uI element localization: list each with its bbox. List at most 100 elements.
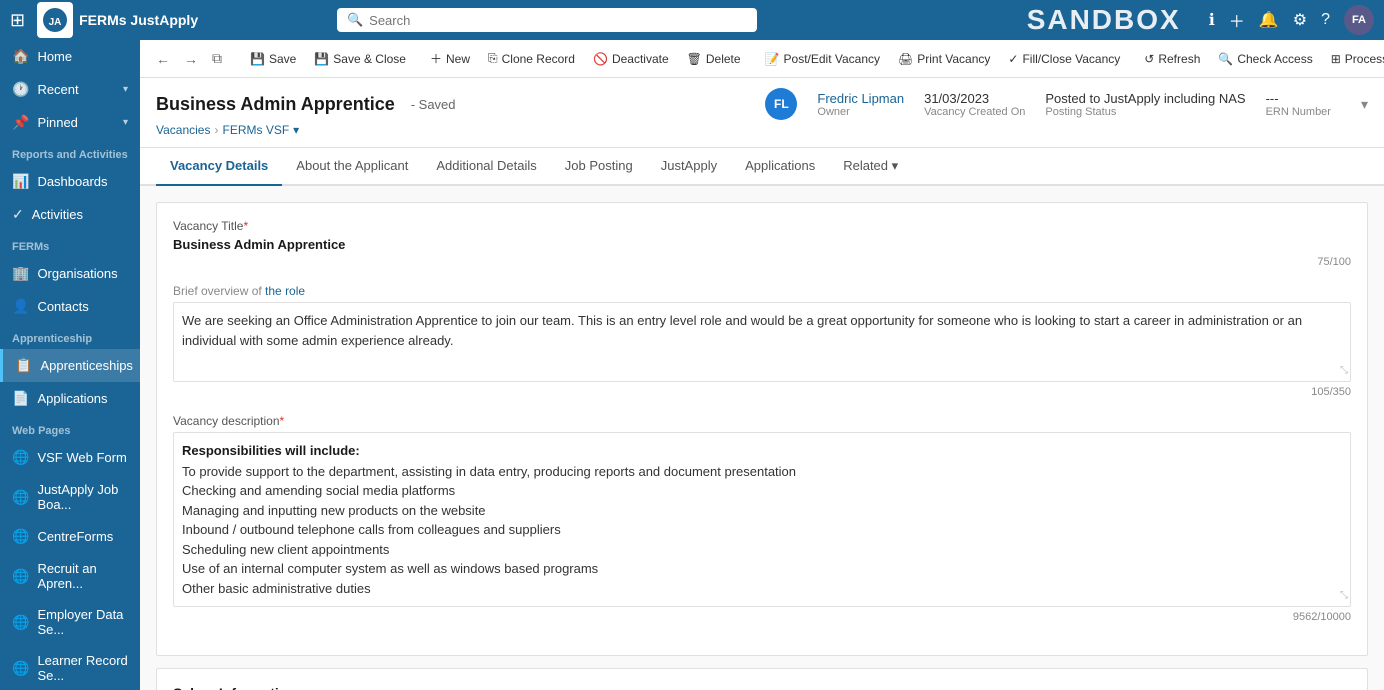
ferms-section-header: FERMs <box>0 231 140 257</box>
post-edit-icon: 📝 <box>765 52 780 66</box>
app-name: FERMs JustApply <box>79 12 198 28</box>
breadcrumb-ferms[interactable]: FERMs VSF <box>222 123 289 137</box>
sidebar-item-home[interactable]: 🏠 Home <box>0 40 140 73</box>
record-saved-status: - Saved <box>411 97 456 112</box>
employer-icon: 🌐 <box>12 614 29 631</box>
vacancy-desc-line: Use of an internal computer system as we… <box>182 559 1342 579</box>
search-bar[interactable]: 🔍 <box>337 8 757 32</box>
vacancy-desc-heading: Responsibilities will include: <box>182 441 1342 462</box>
salary-section-title: Salary Information <box>173 685 1351 690</box>
tab-applications[interactable]: Applications <box>731 148 829 186</box>
related-arrow: ▾ <box>892 158 899 173</box>
back-button[interactable]: ← <box>150 47 176 71</box>
bell-icon[interactable]: 🔔 <box>1259 10 1279 30</box>
check-access-button[interactable]: 🔍 Check Access <box>1210 48 1320 70</box>
tab-justapply[interactable]: JustApply <box>647 148 731 186</box>
clone-button[interactable]: ⎘ Clone Record <box>480 47 583 70</box>
brief-overview-textbox[interactable]: We are seeking an Office Administration … <box>173 302 1351 382</box>
ern-block: --- ERN Number <box>1266 91 1331 118</box>
desc-resize-handle: ⤡ <box>1340 588 1348 604</box>
toolbar-nav: ← → ⧉ <box>150 46 228 71</box>
vacancy-title-field: Vacancy Title* Business Admin Apprentice… <box>173 219 1351 268</box>
reports-section-header: Reports and Activities <box>0 139 140 165</box>
apprenticeships-icon: 📋 <box>15 357 32 374</box>
fill-close-button[interactable]: ✓ Fill/Close Vacancy <box>1000 48 1128 70</box>
info-icon[interactable]: ℹ <box>1209 10 1215 30</box>
delete-button[interactable]: 🗑 Delete <box>679 48 749 70</box>
sidebar-organisations-label: Organisations <box>37 266 117 281</box>
recruit-icon: 🌐 <box>12 568 29 585</box>
vacancy-title-value[interactable]: Business Admin Apprentice <box>173 237 1351 252</box>
owner-info: Fredric Lipman Owner <box>817 91 904 118</box>
search-input[interactable] <box>369 13 747 28</box>
refresh-button[interactable]: ↺ Refresh <box>1136 48 1208 70</box>
sidebar-applications-label: Applications <box>37 391 107 406</box>
sidebar-item-dashboards[interactable]: 📊 Dashboards <box>0 165 140 198</box>
process-button[interactable]: ⊞ Process ▾ <box>1323 48 1384 70</box>
grid-icon[interactable]: ⊞ <box>10 10 25 31</box>
vacancy-desc-lines: To provide support to the department, as… <box>182 462 1342 599</box>
sidebar-activities-label: Activities <box>32 207 83 222</box>
sidebar-dashboards-label: Dashboards <box>37 174 107 189</box>
sidebar-item-recent[interactable]: 🕐 Recent ▾ <box>0 73 140 106</box>
ern-value: --- <box>1266 91 1331 106</box>
vacancy-desc-line: To provide support to the department, as… <box>182 462 1342 482</box>
sidebar-item-organisations[interactable]: 🏢 Organisations <box>0 257 140 290</box>
brief-overview-label: Brief overview of the role <box>173 284 1351 298</box>
check-access-icon: 🔍 <box>1218 52 1233 66</box>
sidebar: 🏠 Home 🕐 Recent ▾ 📌 Pinned ▾ Reports and… <box>0 40 140 690</box>
breadcrumb-sep: › <box>214 123 218 137</box>
search-icon: 🔍 <box>347 12 363 28</box>
save-close-button[interactable]: 💾 Save & Close <box>306 48 414 70</box>
owner-name[interactable]: Fredric Lipman <box>817 91 904 106</box>
breadcrumb-vacancies[interactable]: Vacancies <box>156 123 210 137</box>
save-close-icon: 💾 <box>314 52 329 66</box>
new-button[interactable]: ＋ New <box>422 46 478 71</box>
sidebar-recent-label: Recent <box>37 82 78 97</box>
vacancy-title-required: * <box>243 219 248 233</box>
record-header: Business Admin Apprentice - Saved FL Fre… <box>140 78 1384 148</box>
sidebar-item-contacts[interactable]: 👤 Contacts <box>0 290 140 323</box>
apprenticeship-section-header: Apprenticeship <box>0 323 140 349</box>
help-icon[interactable]: ? <box>1321 11 1330 29</box>
vacancy-desc-textbox[interactable]: Responsibilities will include: To provid… <box>173 432 1351 607</box>
sidebar-item-pinned[interactable]: 📌 Pinned ▾ <box>0 106 140 139</box>
tab-job-posting[interactable]: Job Posting <box>551 148 647 186</box>
created-date-label: Vacancy Created On <box>924 106 1025 118</box>
sidebar-item-apprenticeships[interactable]: 📋 Apprenticeships <box>0 349 140 382</box>
created-date: 31/03/2023 <box>924 91 1025 106</box>
brief-overview-text: We are seeking an Office Administration … <box>182 311 1342 350</box>
gear-icon[interactable]: ⚙ <box>1293 10 1307 30</box>
forward-button[interactable]: → <box>178 47 204 71</box>
plus-icon[interactable]: ＋ <box>1229 8 1245 32</box>
sidebar-item-centreforms[interactable]: 🌐 CentreForms <box>0 520 140 553</box>
vacancy-desc-charcount: 9562/10000 <box>173 611 1351 623</box>
user-avatar[interactable]: FA <box>1344 5 1374 35</box>
deactivate-button[interactable]: 🚫 Deactivate <box>585 48 677 70</box>
nav-icons: ℹ ＋ 🔔 ⚙ ? FA <box>1209 5 1374 35</box>
sidebar-item-learner[interactable]: 🌐 Learner Record Se... <box>0 645 140 690</box>
ern-label: ERN Number <box>1266 106 1331 118</box>
svg-text:JA: JA <box>49 17 62 28</box>
sidebar-item-applications[interactable]: 📄 Applications <box>0 382 140 415</box>
tab-related[interactable]: Related ▾ <box>829 148 912 186</box>
tab-vacancy-details[interactable]: Vacancy Details <box>156 148 282 186</box>
tab-additional-details[interactable]: Additional Details <box>422 148 550 186</box>
breadcrumb: Vacancies › FERMs VSF ▾ <box>156 123 1368 137</box>
post-edit-button[interactable]: 📝 Post/Edit Vacancy <box>757 48 888 70</box>
tab-about-applicant[interactable]: About the Applicant <box>282 148 422 186</box>
vsf-icon: 🌐 <box>12 449 29 466</box>
sidebar-item-employer[interactable]: 🌐 Employer Data Se... <box>0 599 140 645</box>
owner-avatar: FL <box>765 88 797 120</box>
sidebar-contacts-label: Contacts <box>37 299 88 314</box>
sidebar-item-vsf[interactable]: 🌐 VSF Web Form <box>0 441 140 474</box>
sidebar-item-recruit[interactable]: 🌐 Recruit an Apren... <box>0 553 140 599</box>
sidebar-item-justapply[interactable]: 🌐 JustApply Job Boa... <box>0 474 140 520</box>
print-button[interactable]: 🖨 Print Vacancy <box>890 48 998 70</box>
chevron-down-icon[interactable]: ▾ <box>1361 96 1368 113</box>
sidebar-item-activities[interactable]: ✓ Activities <box>0 198 140 231</box>
window-button[interactable]: ⧉ <box>206 46 228 71</box>
vacancy-title-label: Vacancy Title* <box>173 219 1351 233</box>
save-button[interactable]: 💾 Save <box>242 48 304 70</box>
breadcrumb-dropdown[interactable]: ▾ <box>293 123 299 137</box>
